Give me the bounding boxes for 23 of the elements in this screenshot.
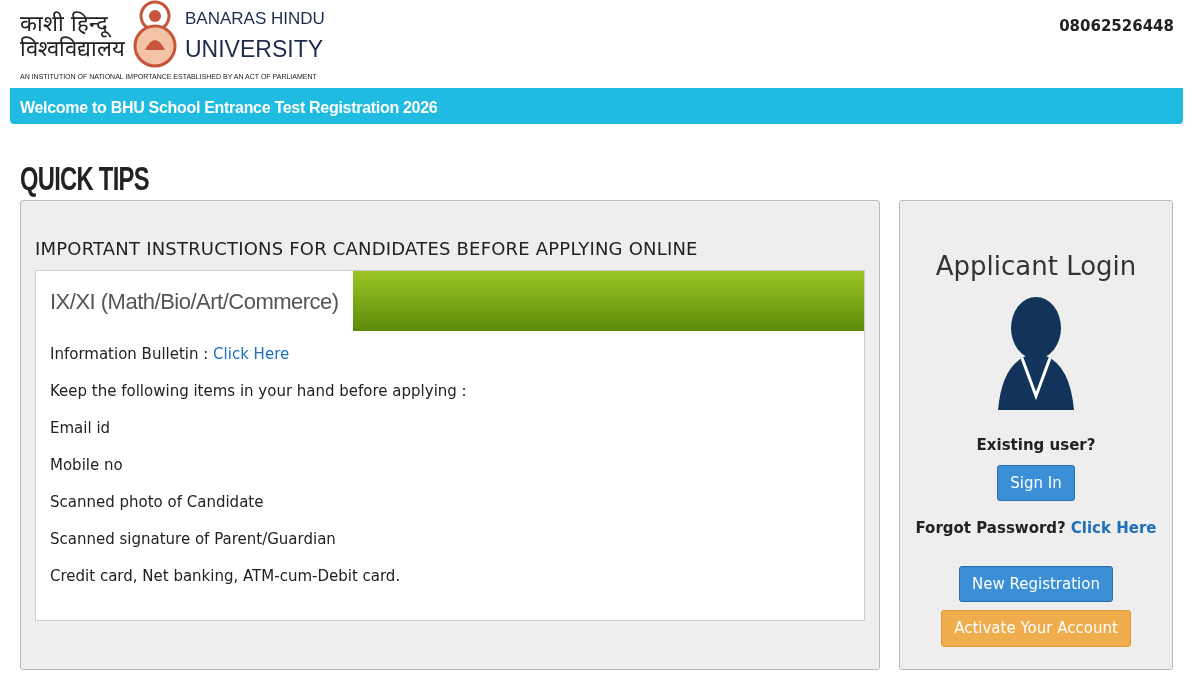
welcome-banner: Welcome to BHU School Entrance Test Registration 2026 [10, 88, 1183, 124]
bulletin-link[interactable]: Click Here [213, 343, 290, 366]
instruction-text: Scanned signature of Parent/Guardian [50, 529, 337, 550]
instructions-heading: IMPORTANT INSTRUCTIONS FOR CANDIDATES BEFORE APPLYING ONLINE [35, 237, 699, 261]
sign-in-button[interactable]: Sign In [997, 464, 1075, 501]
instruction-text: Information Bulletin : [50, 344, 210, 365]
instruction-text: Scanned photo of Candidate [50, 492, 265, 513]
university-name-hindi: काशी हिन्दू [20, 11, 125, 36]
instruction-text: Mobile no [50, 455, 124, 476]
university-name: UNIVERSITY [185, 34, 325, 64]
forgot-password-label: Forgot Password? [915, 518, 1066, 539]
instruction-text: Keep the following items in your hand before applying : [50, 381, 468, 402]
university-name: BANARAS HINDU [185, 8, 325, 30]
new-registration-button[interactable]: New Registration [959, 565, 1113, 602]
university-name-hindi: विश्वविद्यालय [20, 36, 125, 61]
instruction-text: Credit card, Net banking, ATM-cum-Debit card. [50, 566, 402, 587]
login-title: Applicant Login [935, 250, 1137, 283]
phone-number: 08062526448 [1059, 16, 1174, 37]
existing-user-label: Existing user? [976, 435, 1096, 456]
instruction-text: Email id [50, 418, 112, 439]
forgot-password-link[interactable]: Click Here [1070, 517, 1157, 540]
course-tab[interactable]: IX/XI (Math/Bio/Art/Commerce) [36, 271, 353, 331]
page-title: QUICK TIPS [20, 159, 149, 199]
